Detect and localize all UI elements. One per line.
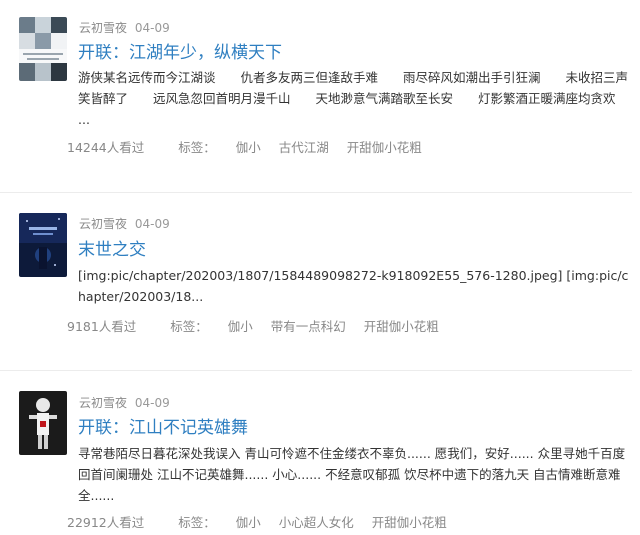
cover-image-icon [19,391,67,455]
view-count: 14244人看过 [67,140,145,155]
post-thumbnail[interactable] [19,391,67,455]
post-date: 04-09 [134,396,170,410]
post-feed: 云初雪夜 04-09 开联：江湖年少，纵横天下 游侠某名远传而今江湖谈 仇者多友… [0,0,640,534]
post-meta: 云初雪夜 04-09 [79,215,170,232]
post-footer: 9181人看过 标签： 伽小 带有一点科幻 开甜伽小花粗 [67,316,453,335]
view-count: 9181人看过 [67,319,137,334]
author-name[interactable]: 云初雪夜 [79,21,127,35]
post-date: 04-09 [134,217,170,231]
post-thumbnail[interactable] [19,17,67,81]
tags-label: 标签： [178,140,216,155]
collage-image-icon [19,17,67,81]
post-thumbnail[interactable] [19,213,67,277]
author-name[interactable]: 云初雪夜 [79,396,127,410]
tag-link[interactable]: 伽小 [236,512,261,531]
post-card: 云初雪夜 04-09 开联：江湖年少，纵横天下 游侠某名远传而今江湖谈 仇者多友… [0,0,640,192]
view-count: 22912人看过 [67,515,145,530]
post-title[interactable]: 开联：江山不记英雄舞 [78,413,248,438]
post-card: 云初雪夜 04-09 开联：江山不记英雄舞 寻常巷陌尽日暮花深处我误入 青山可怜… [0,370,632,535]
post-footer: 14244人看过 标签： 伽小 古代江湖 开甜伽小花粗 [67,137,436,156]
post-date: 04-09 [134,21,170,35]
post-summary: 游侠某名远传而今江湖谈 仇者多友两三但逢敌手难 雨尽碎风如潮出手引狂澜 未收招三… [78,70,640,127]
post-card: 云初雪夜 04-09 末世之交 [img:pic/chapter/202003/… [0,192,632,371]
post-title[interactable]: 末世之交 [78,235,146,260]
post-title[interactable]: 开联：江湖年少，纵横天下 [78,38,282,63]
tags-label: 标签： [178,515,216,530]
post-summary: [img:pic/chapter/202003/1807/15844890982… [78,268,629,304]
post-meta: 云初雪夜 04-09 [79,19,170,36]
post-meta: 云初雪夜 04-09 [79,394,170,411]
tags-label: 标签： [170,319,208,334]
tag-link[interactable]: 小心超人女化 [279,512,354,531]
tag-link[interactable]: 开甜伽小花粗 [347,137,422,156]
tag-link[interactable]: 伽小 [228,316,253,335]
tag-link[interactable]: 带有一点科幻 [271,316,346,335]
cover-image-icon [19,213,67,277]
tag-link[interactable]: 古代江湖 [279,137,329,156]
post-footer: 22912人看过 标签： 伽小 小心超人女化 开甜伽小花粗 [67,512,461,531]
tag-link[interactable]: 伽小 [236,137,261,156]
tag-link[interactable]: 开甜伽小花粗 [364,316,439,335]
author-name[interactable]: 云初雪夜 [79,217,127,231]
tag-link[interactable]: 开甜伽小花粗 [372,512,447,531]
post-summary: 寻常巷陌尽日暮花深处我误入 青山可怜遮不住金缕衣不辜负...... 愿我们，安好… [78,446,626,503]
